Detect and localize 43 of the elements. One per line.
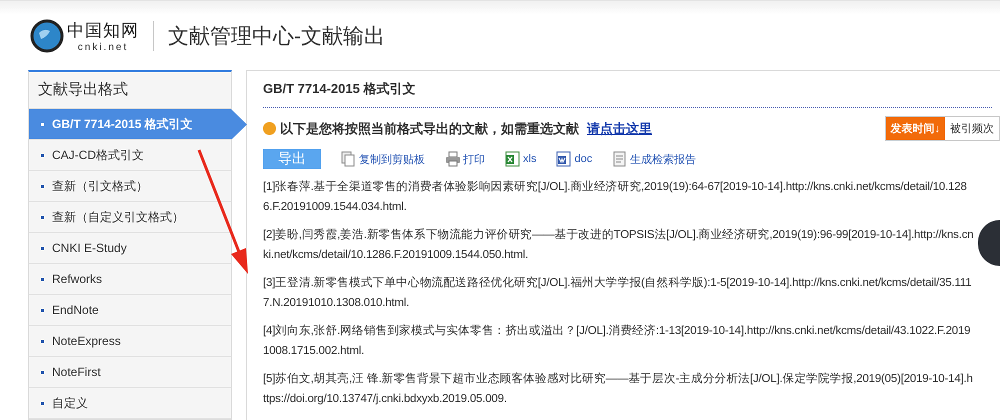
report-icon: [612, 151, 628, 167]
toolbar-link[interactable]: 生成检索报告: [630, 152, 696, 166]
toolbar-link[interactable]: doc: [574, 153, 592, 165]
sidebar-item[interactable]: 自定义: [29, 388, 231, 419]
page-title: 文献管理中心-文献输出: [168, 24, 385, 50]
citation-text: [3]王登清.新零售模式下单中心物流配送路径优化研究[J/OL].福州大学学报(自然科学版):1-5[2019-10-14].http://kns.cnki.net/kcms/detail/35.1117.N.20191010.1308.010.html.: [263, 275, 972, 311]
globe-icon: [30, 18, 64, 52]
sidebar-item[interactable]: CNKI E-Study: [29, 233, 231, 264]
warning-icon: [263, 122, 276, 135]
reselect-link[interactable]: 请点击这里: [587, 120, 652, 138]
toolbar-link[interactable]: 打印: [463, 152, 485, 166]
spreadsheet-icon: [505, 151, 521, 167]
bullet-icon: [41, 340, 44, 342]
notice-text: 以下是您将按照当前格式导出的文献，如需重选文献: [280, 120, 579, 138]
bullet-icon: [41, 154, 44, 156]
sidebar-item[interactable]: NoteExpress: [29, 326, 231, 357]
bullet-icon: [41, 216, 44, 218]
bullet-icon: [41, 246, 44, 250]
logo-text: cnki.net: [78, 42, 128, 52]
sidebar-item[interactable]: 查新（自定义引文格式）: [29, 202, 231, 233]
sidebar-item[interactable]: Refworks: [29, 264, 231, 295]
copy-icon: [341, 151, 357, 167]
citation-text: [2]姜盼,闫秀霞,姜浩.新零售体系下物流能力评价研究——基于改进的TOPSIS法[J/OL].商业经济研究,2019(19):96-99[2019-10-14].http://kns.cnki.net/kcms/detail/10.1286.F.20191009.1544.050.html.: [263, 227, 974, 263]
sidebar-item[interactable]: CAJ-CD格式引文: [29, 140, 231, 171]
sidebar-item[interactable]: NoteFirst: [29, 357, 231, 388]
bullet-icon: [41, 122, 44, 126]
citation-text: [5]苏伯文,胡其亮,汪 锋.新零售背景下超市业态顾客体验感对比研究——基于层次-主成分分析法[J/OL].保定学院学报,2019(05)[2019-10-14].https://doi.org/10.13747/j.cnki.bdxyxb.2019.05.009.: [263, 371, 974, 407]
bullet-icon: [41, 308, 44, 312]
bullet-icon: [41, 370, 44, 374]
sidebar-item[interactable]: EndNote: [29, 295, 231, 326]
document-icon: [556, 151, 572, 167]
bullet-icon: [41, 184, 44, 188]
toolbar-link[interactable]: xls: [523, 153, 536, 165]
printer-icon: [445, 151, 461, 167]
toolbar-link[interactable]: 复制到剪贴板: [359, 152, 425, 166]
logo-chinese: 中国知网: [67, 20, 139, 42]
section-title: GB/T 7714-2015 格式引文: [263, 71, 992, 108]
citation-text: [1]张春萍.基于全渠道零售的消费者体验影响因素研究[J/OL].商业经济研究,2019(19):64-67[2019-10-14].http://kns.cnki.net/kcms/detail/10.1286.F.20191009.1544.034.html.: [263, 179, 968, 215]
bullet-icon: [41, 402, 44, 404]
bullet-icon: [41, 278, 44, 280]
floating-button[interactable]: [978, 220, 1000, 266]
sidebar-item[interactable]: 查新（引文格式）: [29, 171, 231, 202]
citation-text: [4]刘向东,张舒.网络销售到家模式与实体零售：挤出或溢出？[J/OL].消费经济:1-13[2019-10-14].http://kns.cnki.net/kcms/detail/43.1022.F.20191008.1715.002.html.: [263, 323, 972, 359]
